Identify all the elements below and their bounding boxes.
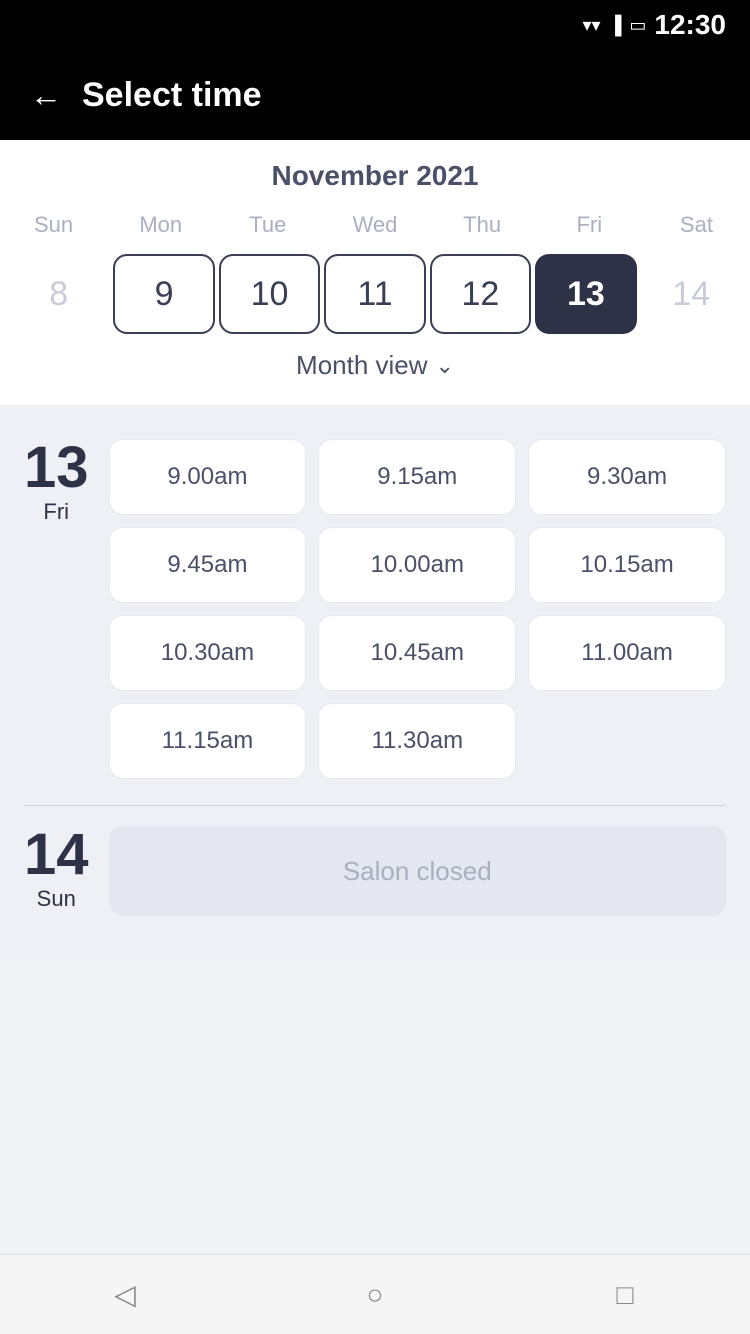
time-slot-900am[interactable]: 9.00am	[109, 439, 307, 515]
day-number-label-13: 13 Fri	[24, 439, 89, 525]
main-content: 13 Fri 9.00am 9.15am 9.30am 9.45am 10.00…	[0, 405, 750, 960]
date-cell-14[interactable]: 14	[641, 254, 742, 334]
section-divider	[24, 805, 726, 806]
header: ← Select time	[0, 50, 750, 140]
day-name-13: Fri	[43, 499, 69, 525]
month-view-toggle[interactable]: Month view ⌄	[0, 338, 750, 395]
wifi-icon: ▾▾	[583, 15, 601, 36]
time-slot-930am[interactable]: 9.30am	[528, 439, 726, 515]
day-number-13: 13	[24, 439, 89, 497]
day-headers: Sun Mon Tue Wed Thu Fri Sat	[0, 208, 750, 242]
nav-home-button[interactable]: ○	[345, 1265, 405, 1325]
date-cell-8[interactable]: 8	[8, 254, 109, 334]
salon-closed-label: Salon closed	[343, 856, 492, 887]
signal-icon: ▐	[609, 15, 622, 36]
time-slot-1000am[interactable]: 10.00am	[318, 527, 516, 603]
day-section-14: 14 Sun Salon closed	[0, 816, 750, 940]
recent-nav-icon: □	[617, 1279, 634, 1311]
day-section-13: 13 Fri 9.00am 9.15am 9.30am 9.45am 10.00…	[0, 415, 750, 795]
time-slot-1030am[interactable]: 10.30am	[109, 615, 307, 691]
day-name-14: Sun	[37, 886, 76, 912]
status-time: 12:30	[654, 9, 726, 41]
day-header-wed: Wed	[321, 208, 428, 242]
date-cell-9[interactable]: 9	[113, 254, 214, 334]
time-slot-1015am[interactable]: 10.15am	[528, 527, 726, 603]
bottom-nav: ◁ ○ □	[0, 1254, 750, 1334]
day-header-tue: Tue	[214, 208, 321, 242]
salon-closed-box: Salon closed	[109, 826, 726, 916]
date-cell-10[interactable]: 10	[219, 254, 320, 334]
date-cell-13[interactable]: 13	[535, 254, 636, 334]
time-slot-915am[interactable]: 9.15am	[318, 439, 516, 515]
day-header-fri: Fri	[536, 208, 643, 242]
nav-back-button[interactable]: ◁	[95, 1265, 155, 1325]
battery-icon: ▭	[629, 15, 646, 36]
day-header-mon: Mon	[107, 208, 214, 242]
time-slot-1115am[interactable]: 11.15am	[109, 703, 307, 779]
day-header-sun: Sun	[0, 208, 107, 242]
back-button[interactable]: ←	[30, 77, 62, 114]
month-label: November 2021	[0, 160, 750, 192]
home-nav-icon: ○	[367, 1279, 384, 1311]
chevron-down-icon: ⌄	[436, 353, 454, 379]
time-slot-1100am[interactable]: 11.00am	[528, 615, 726, 691]
calendar-section: November 2021 Sun Mon Tue Wed Thu Fri Sa…	[0, 140, 750, 405]
date-cell-11[interactable]: 11	[324, 254, 425, 334]
date-row: 8 9 10 11 12 13 14	[0, 250, 750, 338]
day-header-thu: Thu	[429, 208, 536, 242]
day-number-label-14: 14 Sun	[24, 826, 89, 912]
nav-recent-button[interactable]: □	[595, 1265, 655, 1325]
month-view-label: Month view	[296, 350, 428, 381]
status-icons: ▾▾ ▐ ▭ 12:30	[583, 9, 726, 41]
day-header-sat: Sat	[643, 208, 750, 242]
time-slot-945am[interactable]: 9.45am	[109, 527, 307, 603]
day-number-14: 14	[24, 826, 89, 884]
status-bar: ▾▾ ▐ ▭ 12:30	[0, 0, 750, 50]
time-slot-1130am[interactable]: 11.30am	[318, 703, 516, 779]
page-title: Select time	[82, 76, 262, 115]
date-cell-12[interactable]: 12	[430, 254, 531, 334]
time-slots-grid-13: 9.00am 9.15am 9.30am 9.45am 10.00am 10.1…	[109, 439, 726, 779]
time-slot-1045am[interactable]: 10.45am	[318, 615, 516, 691]
back-nav-icon: ◁	[114, 1278, 136, 1311]
